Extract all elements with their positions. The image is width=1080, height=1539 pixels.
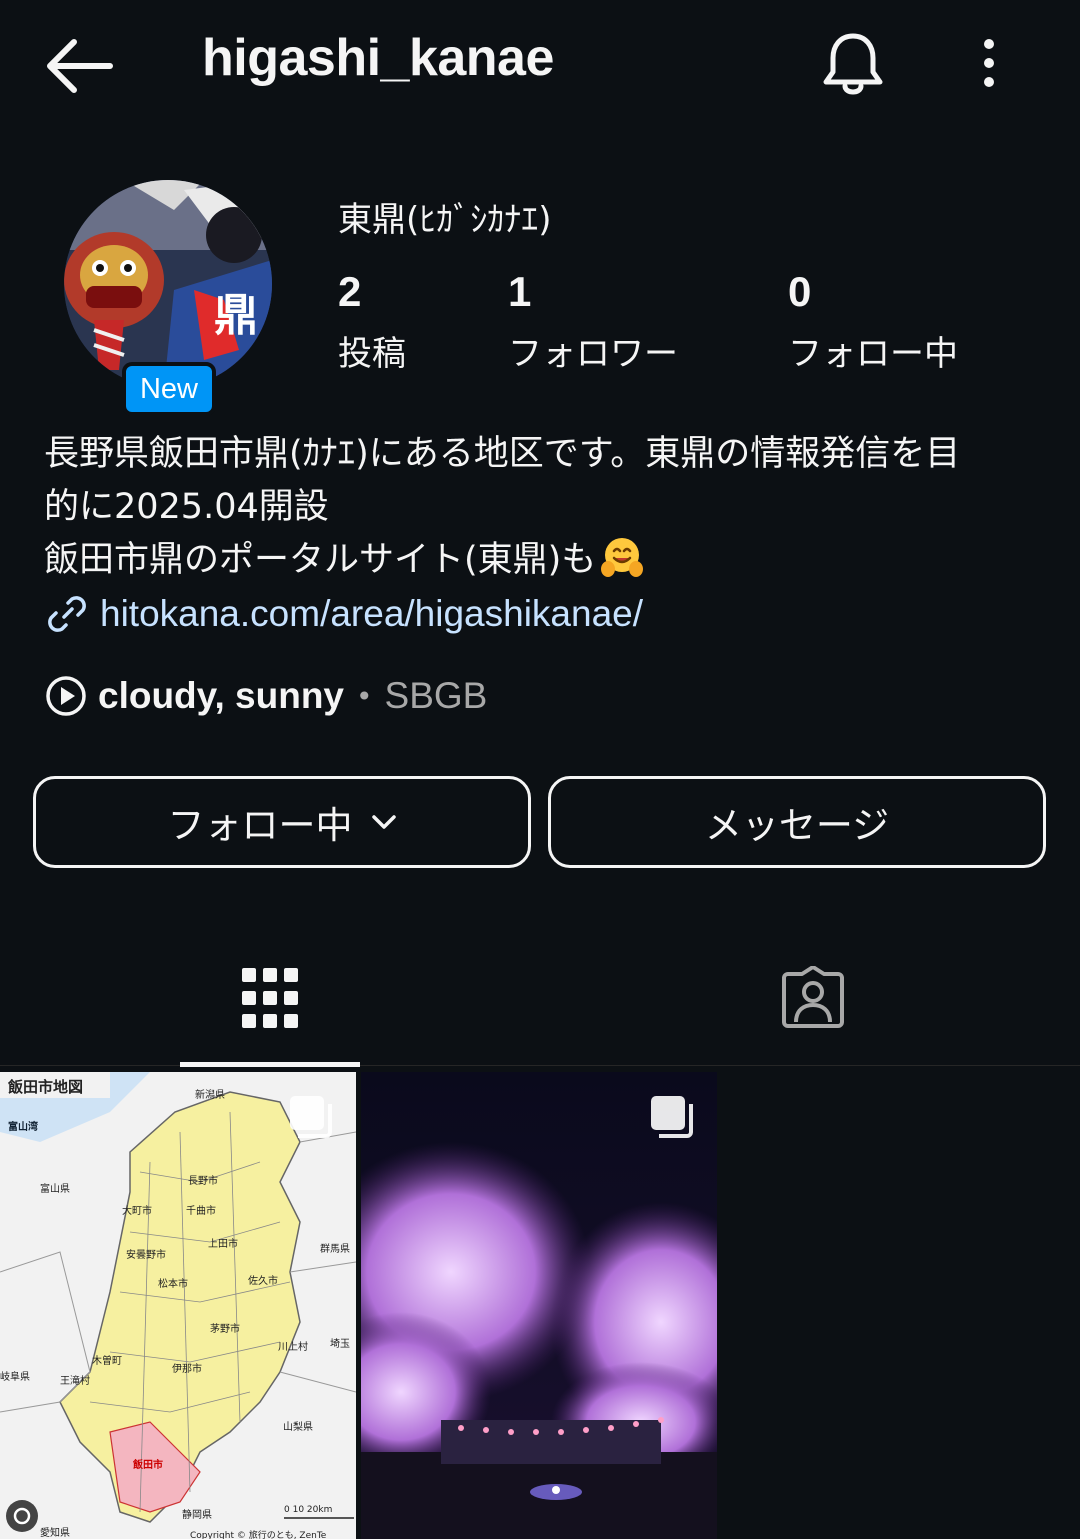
map-label-kawakami: 川上村 bbox=[278, 1340, 308, 1353]
multiple-photos-icon bbox=[651, 1096, 693, 1138]
stat-followers-value: 1 bbox=[508, 268, 532, 315]
chevron-down-icon bbox=[371, 815, 396, 829]
night-cherry-blossoms-image bbox=[361, 1072, 717, 1539]
tab-posts-grid[interactable] bbox=[180, 940, 360, 1067]
stat-posts-label: 投稿 bbox=[338, 334, 406, 374]
map-label-shizuoka: 静岡県 bbox=[182, 1508, 212, 1521]
map-label-saku: 佐久市 bbox=[248, 1274, 278, 1287]
stat-followers-label: フォロワー bbox=[508, 334, 678, 374]
tagged-person-icon bbox=[782, 966, 844, 1028]
bio-line-3-text: 飯田市鼎のポータルサイト(東鼎)も bbox=[44, 540, 597, 580]
stat-followers[interactable]: 1 フォロワー bbox=[508, 268, 678, 375]
bio-line-1: 長野県飯田市鼎(ｶﾅｴ)にある地区です。東鼎の情報発信を目 bbox=[44, 434, 961, 474]
map-label-omachi: 大町市 bbox=[122, 1204, 152, 1217]
hugging-face-emoji-icon bbox=[601, 538, 644, 577]
music-title: cloudy, sunny bbox=[98, 675, 345, 716]
map-label-toyama: 富山県 bbox=[40, 1182, 70, 1195]
music-separator: • bbox=[356, 679, 373, 713]
map-title: 飯田市地図 bbox=[7, 1078, 83, 1096]
stat-posts[interactable]: 2 投稿 bbox=[338, 268, 406, 375]
more-vertical-icon[interactable] bbox=[968, 34, 1010, 94]
display-name: 東鼎(ﾋｶﾞｼｶﾅｴ) bbox=[338, 200, 552, 240]
message-button[interactable]: メッセージ bbox=[548, 776, 1046, 868]
map-label-kiso: 木曽町 bbox=[92, 1354, 122, 1367]
map-label-nagano-city: 長野市 bbox=[188, 1174, 218, 1187]
nagano-map-image: 飯田市地図 新潟県 富山湾 富山県 群馬県 埼玉 岐阜県 山梨県 静岡県 愛知県… bbox=[0, 1072, 356, 1539]
tab-tagged[interactable] bbox=[720, 940, 900, 1066]
new-badge[interactable]: New bbox=[122, 362, 216, 416]
music-artist: SBGB bbox=[384, 675, 488, 716]
map-label-toyama-bay: 富山湾 bbox=[8, 1120, 38, 1133]
grid-icon bbox=[242, 968, 298, 1028]
stat-following-label: フォロー中 bbox=[788, 334, 958, 374]
map-label-azumino: 安曇野市 bbox=[126, 1248, 166, 1261]
avatar[interactable]: 鼎 bbox=[64, 180, 272, 388]
map-label-chikuma: 千曲市 bbox=[186, 1204, 216, 1217]
map-label-ina: 伊那市 bbox=[172, 1362, 202, 1375]
following-button[interactable]: フォロー中 bbox=[33, 776, 531, 868]
profile-music[interactable]: cloudy, sunny • SBGB bbox=[44, 668, 487, 724]
top-bar: higashi_kanae bbox=[0, 0, 1080, 130]
map-label-otaki: 王滝村 bbox=[60, 1374, 90, 1387]
posts-grid: 飯田市地図 新潟県 富山湾 富山県 群馬県 埼玉 岐阜県 山梨県 静岡県 愛知県… bbox=[0, 1072, 1080, 1539]
map-label-matsumoto: 松本市 bbox=[158, 1277, 188, 1290]
bio-line-2: 的に2025.04開設 bbox=[44, 487, 329, 527]
lens-icon bbox=[6, 1500, 38, 1532]
map-copyright: Copyright © 旅行のとも, ZenTe bbox=[190, 1529, 327, 1539]
map-label-niigata: 新潟県 bbox=[195, 1088, 225, 1101]
bell-icon[interactable] bbox=[818, 28, 888, 100]
post-thumbnail-cherry-blossoms[interactable] bbox=[361, 1072, 717, 1539]
stat-posts-value: 2 bbox=[338, 268, 362, 315]
stat-following[interactable]: 0 フォロー中 bbox=[788, 268, 958, 375]
post-thumbnail-map[interactable]: 飯田市地図 新潟県 富山湾 富山県 群馬県 埼玉 岐阜県 山梨県 静岡県 愛知県… bbox=[0, 1072, 356, 1539]
map-label-saitama: 埼玉 bbox=[330, 1337, 350, 1350]
bio-line-3: 飯田市鼎のポータルサイト(東鼎)も bbox=[44, 534, 1044, 587]
map-label-gifu: 岐阜県 bbox=[0, 1370, 30, 1383]
bio: 長野県飯田市鼎(ｶﾅｴ)にある地区です。東鼎の情報発信を目 的に2025.04開… bbox=[44, 428, 1044, 587]
map-scale: 0 10 20km bbox=[284, 1505, 332, 1515]
message-button-label: メッセージ bbox=[704, 804, 890, 847]
svg-text:鼎: 鼎 bbox=[214, 290, 258, 341]
map-label-chino: 茅野市 bbox=[210, 1322, 240, 1335]
avatar-image: 鼎 bbox=[64, 180, 272, 388]
map-label-iida: 飯田市 bbox=[132, 1458, 163, 1471]
map-label-ueda: 上田市 bbox=[208, 1237, 238, 1250]
bio-link-text[interactable]: hitokana.com/area/higashikanae/ bbox=[100, 593, 643, 635]
profile-username: higashi_kanae bbox=[202, 29, 554, 87]
profile-tabs bbox=[0, 940, 1080, 1067]
map-label-gunma: 群馬県 bbox=[320, 1242, 350, 1255]
map-label-yamanashi: 山梨県 bbox=[283, 1420, 313, 1433]
link-icon bbox=[48, 596, 86, 632]
play-circle-icon bbox=[46, 676, 86, 716]
arrow-left-icon[interactable] bbox=[40, 34, 116, 98]
bio-link[interactable]: hitokana.com/area/higashikanae/ bbox=[44, 588, 643, 640]
stat-following-value: 0 bbox=[788, 268, 812, 315]
following-button-label: フォロー中 bbox=[167, 804, 353, 847]
multiple-photos-icon bbox=[290, 1096, 332, 1138]
map-label-aichi: 愛知県 bbox=[40, 1526, 70, 1539]
